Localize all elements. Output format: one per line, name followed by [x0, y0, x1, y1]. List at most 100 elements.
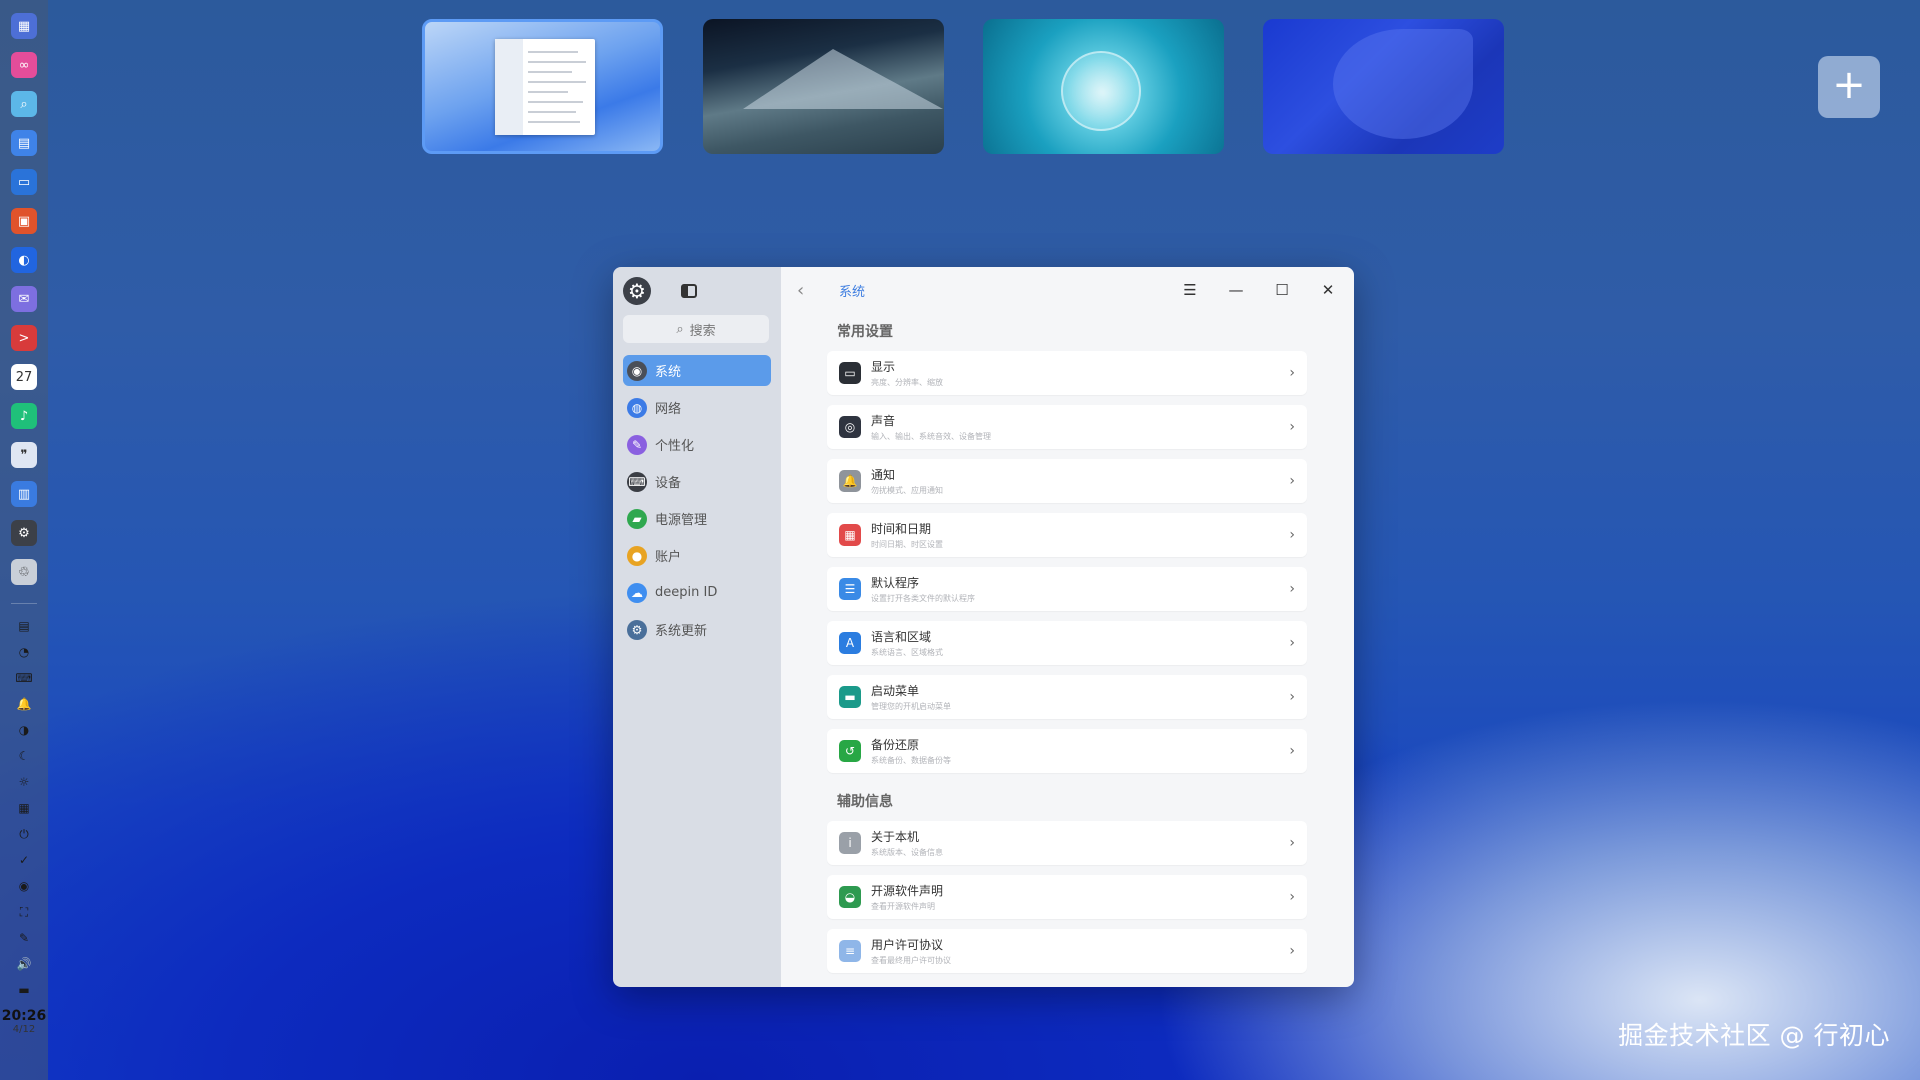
display-icon: ▭ [839, 362, 861, 384]
search-icon: ⌕ [676, 321, 684, 337]
app-store-icon[interactable]: ▣ [11, 208, 37, 234]
workspace-thumbnail-2[interactable] [703, 19, 944, 154]
search-icon[interactable]: ⌕ [11, 91, 37, 117]
settings-card[interactable]: ◎ 声音 输入、输出、系统音效、设备管理 › [827, 405, 1307, 449]
boot-menu-icon: ▬ [839, 686, 861, 708]
chevron-right-icon: › [1289, 835, 1295, 851]
settings-card[interactable]: ▬ 启动菜单 管理您的开机启动菜单 › [827, 675, 1307, 719]
settings-card[interactable]: A 语言和区域 系统语言、区域格式 › [827, 621, 1307, 665]
card-text: 通知 勿扰模式、应用通知 [871, 466, 943, 496]
workspace-thumbnail-1[interactable] [422, 19, 663, 154]
control-center-icon[interactable]: ⚙ [11, 520, 37, 546]
settings-card[interactable]: ≡ 用户许可协议 查看最终用户许可协议 › [827, 929, 1307, 973]
sidebar-item-1[interactable]: ◍ 网络 [623, 392, 771, 423]
sound-icon: ◎ [839, 416, 861, 438]
system-tray: ▤ ◔ ⌨ 🔔 ◑ ☾ ☼ ▦ ⏻ ✓ ◉ ⛶ ✎ 🔊 ▬ [15, 618, 32, 998]
sidebar-item-0[interactable]: ◉ 系统 [623, 355, 771, 386]
dock-clock[interactable]: 20:26 4/12 [2, 1008, 47, 1035]
contrast-icon[interactable]: ◑ [16, 722, 32, 738]
calendar-icon[interactable]: 27 [11, 364, 37, 390]
mail-icon[interactable]: ✉ [11, 286, 37, 312]
section-title-common: 常用设置 [837, 324, 893, 340]
sidebar-item-7[interactable]: ⚙ 系统更新 [623, 614, 771, 645]
power-management-icon: ▰ [627, 508, 647, 529]
sidebar-item-2[interactable]: ✎ 个性化 [623, 429, 771, 460]
section-title-aux: 辅助信息 [837, 794, 893, 810]
card-subtitle: 查看开源软件声明 [871, 902, 935, 911]
calculator-icon[interactable]: ▦ [16, 800, 32, 816]
sidebar-item-label: 系统更新 [655, 624, 708, 639]
chevron-right-icon: › [1289, 581, 1295, 597]
card-title: 关于本机 [871, 830, 920, 844]
volume-icon[interactable]: 🔊 [16, 956, 32, 972]
chevron-right-icon: › [1289, 365, 1295, 381]
card-subtitle: 系统备份、数据备份等 [871, 756, 951, 765]
language-icon: A [839, 632, 861, 654]
back-button[interactable]: ‹ [797, 280, 817, 301]
search-input[interactable]: ⌕ 搜索 [623, 315, 769, 343]
card-subtitle: 时间日期、时区设置 [871, 540, 943, 549]
settings-card[interactable]: i 关于本机 系统版本、设备信息 › [827, 821, 1307, 865]
power-icon[interactable]: ⏻ [16, 826, 32, 842]
screenshot-icon[interactable]: ⛶ [16, 904, 32, 920]
workspace-thumbnail-4[interactable] [1263, 19, 1504, 154]
browser-icon[interactable]: ◐ [11, 247, 37, 273]
chevron-right-icon: › [1289, 743, 1295, 759]
card-text: 声音 输入、输出、系统音效、设备管理 [871, 412, 991, 442]
terminal-icon[interactable]: > [11, 325, 37, 351]
workspace-thumbnail-3[interactable] [983, 19, 1224, 154]
control-center-window: ⚙ ⌕ 搜索 ◉ 系统 ◍ 网络 ✎ 个性化 ⌨ 设备 ▰ 电源管理 ● 账户 ☁ deepin ID ⚙ 系… [613, 267, 1354, 987]
window-preview [495, 39, 595, 135]
dock: ▦ ∞ ⌕ ▤ ▭ ▣ ◐ ✉ >27 ♪ ❞ ▥ ⚙ ♲ ▤ ◔ ⌨ 🔔 ◑ ☾ ☼ ▦ ⏻ ✓ ◉ ⛶ ✎ 🔊 ▬ 20:26 4… [0, 0, 48, 1080]
menu-button[interactable]: ☰ [1178, 278, 1202, 302]
maximize-button[interactable]: ☐ [1270, 278, 1294, 302]
sidebar-toggle-icon[interactable] [681, 284, 697, 298]
titlebar: ‹ 系统 ☰ — ☐ ✕ [781, 267, 1354, 313]
settings-card[interactable]: ▦ 时间和日期 时间日期、时区设置 › [827, 513, 1307, 557]
notification-icon[interactable]: 🔔 [16, 696, 32, 712]
file-manager-icon[interactable]: ▭ [11, 169, 37, 195]
sidebar-item-5[interactable]: ● 账户 [623, 540, 771, 571]
card-text: 语言和区域 系统语言、区域格式 [871, 628, 943, 658]
chevron-right-icon: › [1289, 635, 1295, 651]
deepin-id-icon[interactable]: ∞ [11, 52, 37, 78]
clipboard-icon[interactable]: ▤ [16, 618, 32, 634]
storage-icon[interactable]: ▬ [16, 982, 32, 998]
keyboard-icon[interactable]: ⌨ [15, 670, 32, 686]
chat-icon[interactable]: ❞ [11, 442, 37, 468]
night-mode-icon[interactable]: ☾ [16, 748, 32, 764]
brightness-icon[interactable]: ☼ [16, 774, 32, 790]
add-workspace-button[interactable]: + [1818, 56, 1880, 118]
sidebar-item-label: 电源管理 [655, 513, 708, 528]
record-icon[interactable]: ◉ [16, 878, 32, 894]
check-circle-icon[interactable]: ✓ [16, 852, 32, 868]
open-source-icon: ◒ [839, 886, 861, 908]
sidebar-item-label: 网络 [655, 402, 682, 417]
close-button[interactable]: ✕ [1316, 278, 1340, 302]
document-viewer-icon[interactable]: ▥ [11, 481, 37, 507]
card-text: 用户许可协议 查看最终用户许可协议 [871, 936, 951, 966]
sidebar-item-label: deepin ID [655, 585, 718, 600]
trash-icon[interactable]: ♲ [11, 559, 37, 585]
chevron-right-icon: › [1289, 473, 1295, 489]
music-icon[interactable]: ♪ [11, 403, 37, 429]
breadcrumb[interactable]: 系统 [839, 281, 865, 300]
card-text: 时间和日期 时间日期、时区设置 [871, 520, 943, 550]
settings-card[interactable]: ▭ 显示 亮度、分辨率、缩放 › [827, 351, 1307, 395]
system-icon: ◉ [627, 360, 647, 381]
calendar-clock-icon: ▦ [839, 524, 861, 546]
multitask-icon[interactable]: ▤ [11, 130, 37, 156]
card-title: 启动菜单 [871, 684, 920, 698]
settings-card[interactable]: 🔔 通知 勿扰模式、应用通知 › [827, 459, 1307, 503]
launcher-icon[interactable]: ▦ [11, 13, 37, 39]
pen-icon[interactable]: ✎ [16, 930, 32, 946]
monitor-icon[interactable]: ◔ [16, 644, 32, 660]
card-title: 默认程序 [871, 576, 920, 590]
sidebar-item-3[interactable]: ⌨ 设备 [623, 466, 771, 497]
minimize-button[interactable]: — [1224, 278, 1248, 302]
sidebar-item-4[interactable]: ▰ 电源管理 [623, 503, 771, 534]
settings-card[interactable]: ☰ 默认程序 设置打开各类文件的默认程序 › [827, 567, 1307, 611]
sidebar-item-6[interactable]: ☁ deepin ID [623, 577, 771, 608]
settings-card[interactable]: ↺ 备份还原 系统备份、数据备份等 › [827, 729, 1307, 773]
settings-card[interactable]: ◒ 开源软件声明 查看开源软件声明 › [827, 875, 1307, 919]
